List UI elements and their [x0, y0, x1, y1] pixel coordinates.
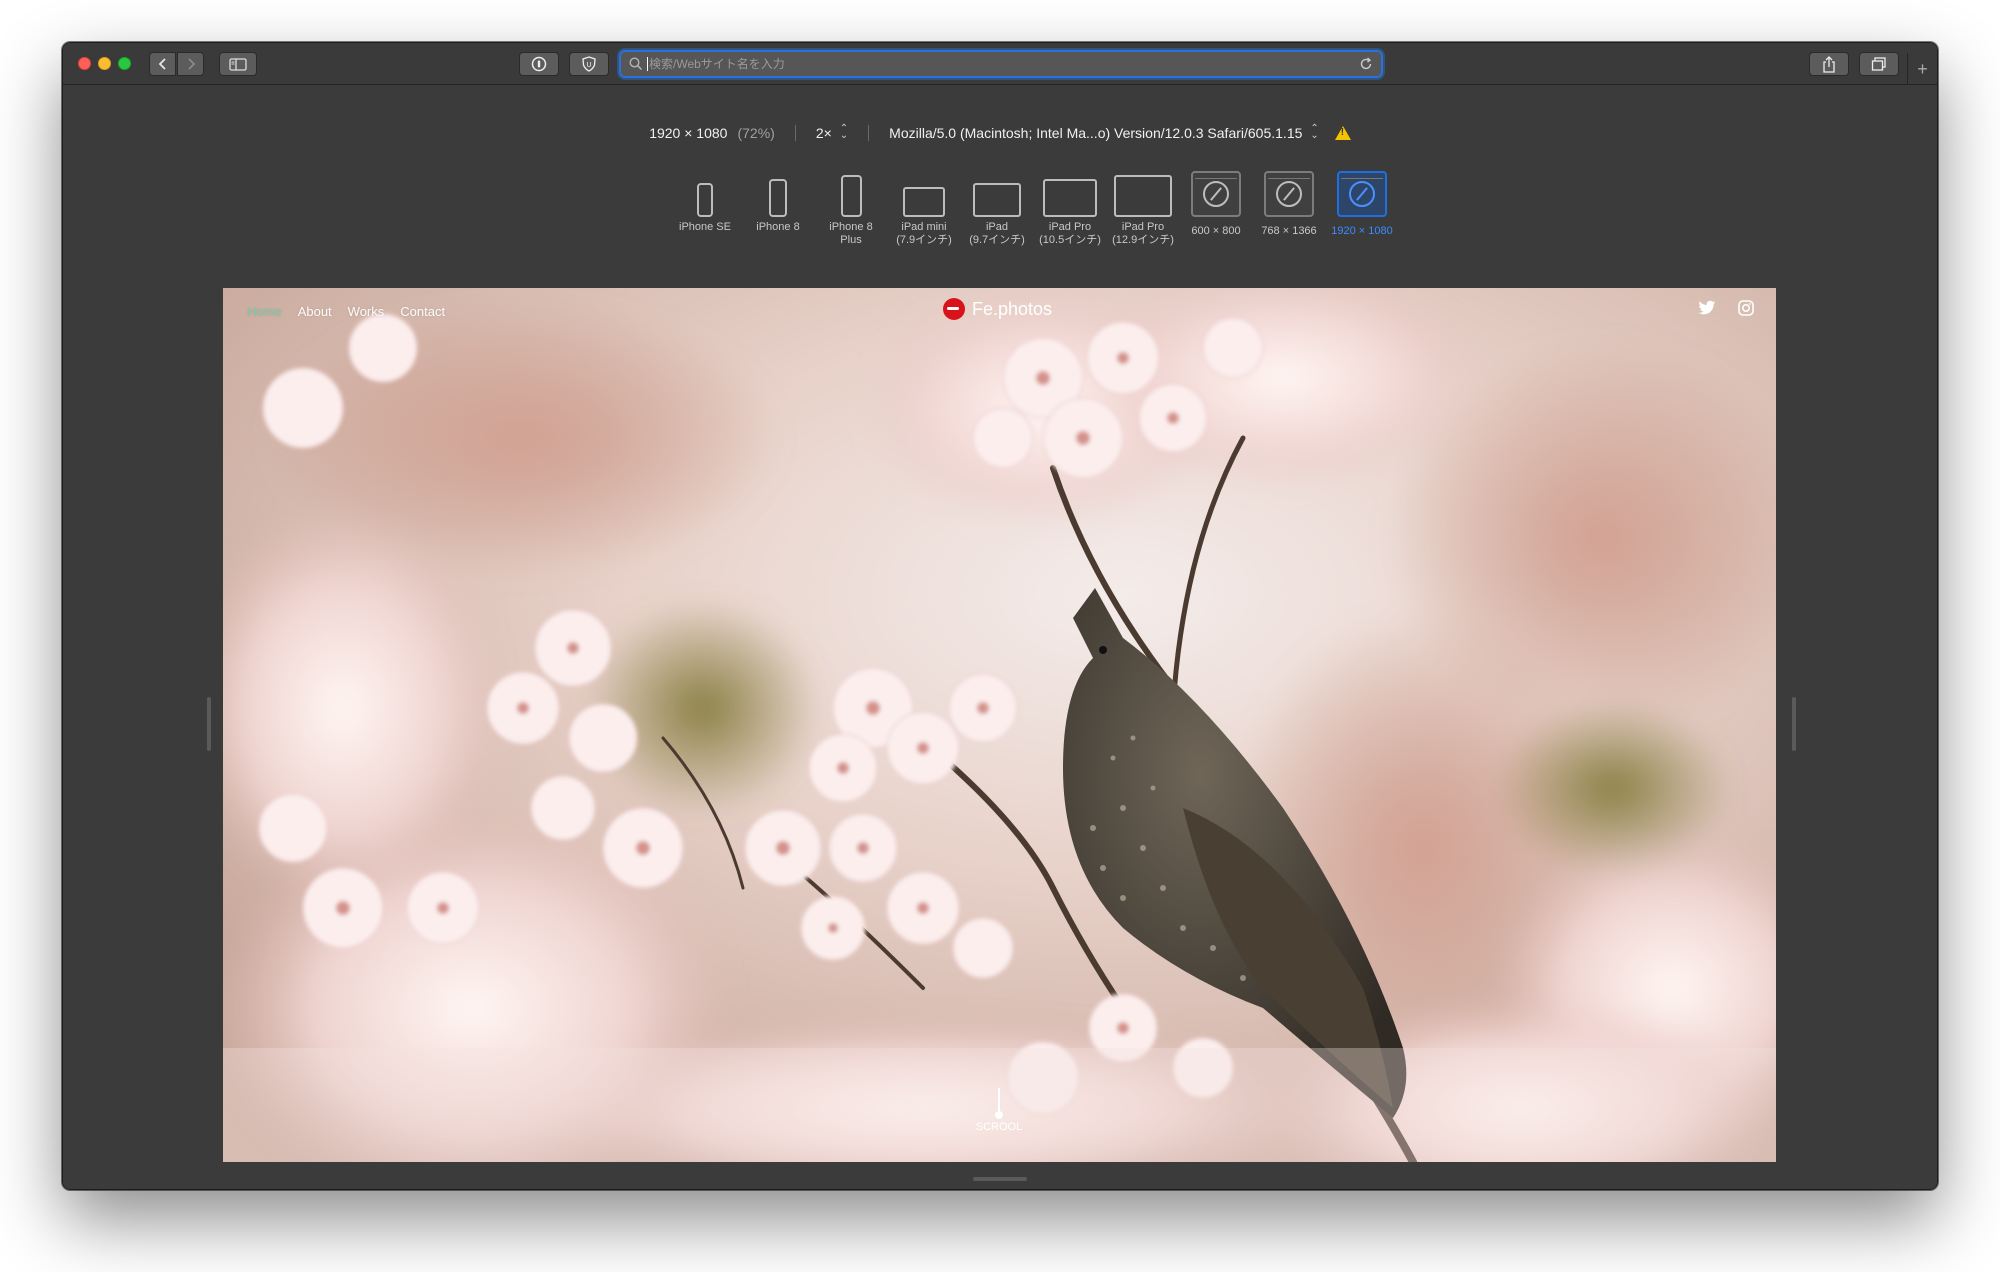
- device-label: 600 × 800: [1191, 225, 1241, 237]
- site-nav: Home About Works Contact: [247, 304, 445, 319]
- sidebar-button[interactable]: [219, 52, 257, 76]
- device-ipad-mini[interactable]: iPad mini (7.9インチ): [889, 171, 959, 247]
- close-window-button[interactable]: [78, 57, 91, 70]
- minimize-window-button[interactable]: [98, 57, 111, 70]
- user-agent-select[interactable]: Mozilla/5.0 (Macintosh; Intel Ma...o) Ve…: [889, 123, 1319, 142]
- scroll-label: SCROOL: [975, 1121, 1023, 1133]
- browser-window-icon: [1264, 171, 1314, 217]
- device-768x1366[interactable]: 768 × 1366: [1254, 171, 1324, 238]
- page-viewport[interactable]: Home About Works Contact Fe.photos SCROO…: [223, 288, 1776, 1162]
- browser-window-icon: [1337, 171, 1387, 217]
- nav-home-link[interactable]: Home: [247, 304, 282, 319]
- chevron-right-icon: [187, 58, 195, 70]
- compass-icon: [1203, 181, 1229, 207]
- toolbar: U +: [63, 43, 1937, 85]
- updown-chevron-icon: ⌃ ⌄: [839, 123, 849, 141]
- share-icon: [1823, 55, 1835, 73]
- browser-window-icon: [1191, 171, 1241, 217]
- tab-overview-button[interactable]: [1859, 52, 1899, 76]
- device-ipad-pro-10[interactable]: iPad Pro (10.5インチ): [1035, 171, 1105, 247]
- text-caret: [647, 57, 648, 71]
- device-label: 1920 × 1080: [1331, 225, 1393, 237]
- resolution-label: 1920 × 1080: [649, 125, 728, 141]
- forward-button[interactable]: [177, 52, 204, 76]
- device-iphone-se[interactable]: iPhone SE: [670, 171, 740, 234]
- shield-extension-button[interactable]: U: [569, 52, 609, 76]
- device-label: iPad Pro (12.9インチ): [1112, 221, 1174, 246]
- instagram-icon[interactable]: [1738, 300, 1754, 316]
- url-input[interactable]: [649, 54, 1329, 74]
- pixel-ratio-select[interactable]: 2× ⌃ ⌄: [815, 123, 849, 142]
- tablet-icon: [903, 187, 945, 217]
- shield-icon: U: [582, 56, 596, 72]
- device-label: iPhone SE: [679, 221, 731, 233]
- warning-icon[interactable]: [1334, 126, 1351, 140]
- resize-handle-right[interactable]: [1792, 697, 1796, 751]
- back-button[interactable]: [149, 52, 176, 76]
- device-iphone-8-plus[interactable]: iPhone 8 Plus: [816, 171, 886, 247]
- tabs-icon: [1871, 57, 1886, 71]
- device-iphone-8[interactable]: iPhone 8: [743, 171, 813, 234]
- site-logo[interactable]: Fe.photos: [943, 298, 1052, 320]
- user-agent-value: Mozilla/5.0 (Macintosh; Intel Ma...o) Ve…: [889, 125, 1303, 141]
- phone-icon: [769, 179, 787, 217]
- history-nav: [149, 52, 205, 76]
- address-bar[interactable]: [619, 50, 1383, 78]
- device-label: iPhone 8 Plus: [829, 221, 873, 246]
- phone-icon: [840, 175, 862, 217]
- scroll-dot: [995, 1111, 1003, 1119]
- new-tab-button[interactable]: +: [1907, 53, 1937, 85]
- sidebar-icon: [229, 57, 247, 71]
- logo-mark-icon: [943, 298, 965, 320]
- device-1920x1080[interactable]: 1920 × 1080: [1327, 171, 1397, 238]
- search-icon: [629, 57, 643, 71]
- site-logo-text: Fe.photos: [972, 298, 1053, 319]
- device-ipad-pro-12[interactable]: iPad Pro (12.9インチ): [1108, 171, 1178, 247]
- zoom-label: (72%): [737, 125, 775, 141]
- device-600x800[interactable]: 600 × 800: [1181, 171, 1251, 238]
- password-extension-button[interactable]: [519, 52, 559, 76]
- responsive-info-bar: 1920 × 1080 (72%) 2× ⌃ ⌄ Mozilla/5.0 (Maci…: [63, 123, 1937, 142]
- plus-icon: +: [1917, 58, 1928, 79]
- zoom-window-button[interactable]: [118, 57, 131, 70]
- device-label: iPad (9.7インチ): [969, 221, 1025, 246]
- resize-handle-left[interactable]: [207, 697, 211, 751]
- compass-icon: [1276, 181, 1302, 207]
- resize-handle-bottom[interactable]: [973, 1177, 1027, 1181]
- tablet-icon: [973, 183, 1021, 217]
- tablet-icon: [1114, 175, 1172, 217]
- nav-contact-link[interactable]: Contact: [400, 304, 445, 319]
- password-manager-icon: [531, 56, 547, 72]
- phone-icon: [697, 183, 713, 217]
- device-label: iPhone 8: [756, 221, 800, 233]
- hero-photo: [223, 288, 1776, 1162]
- scroll-indicator[interactable]: SCROOL: [969, 1088, 1029, 1133]
- divider: [868, 125, 870, 141]
- compass-icon: [1349, 181, 1375, 207]
- nav-works-link[interactable]: Works: [348, 304, 385, 319]
- updown-chevron-icon: ⌃ ⌄: [1310, 123, 1319, 141]
- social-links: [1698, 300, 1754, 316]
- device-presets: iPhone SE iPhone 8 iPhone 8 Plus iPad min…: [63, 171, 1937, 261]
- tablet-icon: [1043, 179, 1097, 217]
- svg-text:U: U: [586, 61, 591, 69]
- device-label: iPad Pro (10.5インチ): [1039, 221, 1101, 246]
- divider: [794, 125, 796, 141]
- nav-about-link[interactable]: About: [298, 304, 332, 319]
- chevron-left-icon: [158, 58, 166, 70]
- share-button[interactable]: [1809, 52, 1849, 76]
- pixel-ratio-value: 2×: [815, 125, 832, 141]
- reload-icon[interactable]: [1359, 57, 1373, 71]
- device-label: 768 × 1366: [1261, 225, 1317, 237]
- twitter-icon[interactable]: [1698, 300, 1716, 316]
- safari-window: U + 1920 × 1080 (72%) 2× ⌃⌄ Mozilla/5.0 (…: [62, 42, 1938, 1190]
- device-ipad[interactable]: iPad (9.7インチ): [962, 171, 1032, 247]
- device-label: iPad mini (7.9インチ): [896, 221, 952, 246]
